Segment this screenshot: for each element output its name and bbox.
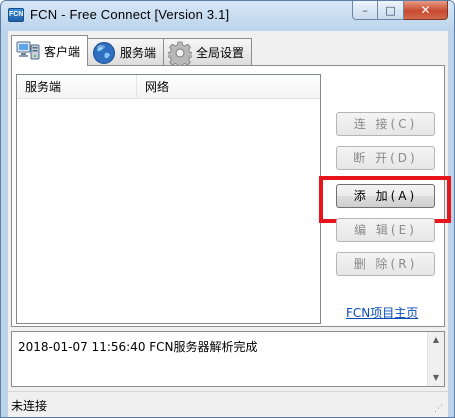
minimize-button[interactable]: – xyxy=(352,1,378,20)
project-homepage-link[interactable]: FCN项目主页 xyxy=(346,304,418,321)
client-area: 客户端 服务端 全局设置 服务端 网络 连 接(C) 断 开(D) 添 加(A)… xyxy=(8,31,451,417)
gear-icon xyxy=(168,41,193,65)
server-list[interactable]: 服务端 网络 xyxy=(16,74,321,324)
globe-icon xyxy=(93,41,116,64)
connection-status: 未连接 xyxy=(11,399,48,413)
status-bar: 未连接 ⋰ xyxy=(8,391,448,417)
tab-client[interactable]: 客户端 xyxy=(11,35,89,66)
log-line: 2018-01-07 11:56:40 FCN服务器解析完成 xyxy=(18,340,258,354)
app-icon: FCN xyxy=(8,8,24,22)
disconnect-button[interactable]: 断 开(D) xyxy=(336,146,435,170)
client-panel: 服务端 网络 连 接(C) 断 开(D) 添 加(A) 编 辑(E) 删 除(R… xyxy=(11,65,451,327)
log-box[interactable]: 2018-01-07 11:56:40 FCN服务器解析完成 ▲ ▼ xyxy=(11,331,445,387)
edit-button[interactable]: 编 辑(E) xyxy=(336,218,435,242)
tab-global-settings-label: 全局设置 xyxy=(196,46,245,60)
title-bar[interactable]: FCN FCN - Free Connect [Version 3.1] – □… xyxy=(1,1,454,31)
window-controls: – □ ✕ xyxy=(352,1,448,21)
tab-strip: 客户端 服务端 全局设置 xyxy=(11,35,253,66)
maximize-button[interactable]: □ xyxy=(378,1,404,20)
scroll-down-icon[interactable]: ▼ xyxy=(428,370,444,386)
list-header: 服务端 网络 xyxy=(17,75,320,99)
tab-client-label: 客户端 xyxy=(44,44,81,59)
column-header-server[interactable]: 服务端 xyxy=(17,75,137,99)
window-title: FCN - Free Connect [Version 3.1] xyxy=(30,7,230,22)
tab-server-label: 服务端 xyxy=(120,46,157,60)
minimize-icon: – xyxy=(362,3,368,17)
computer-icon xyxy=(16,41,40,60)
log-scrollbar[interactable]: ▲ ▼ xyxy=(427,332,444,386)
close-icon: ✕ xyxy=(420,3,431,17)
app-window: FCN FCN - Free Connect [Version 3.1] – □… xyxy=(0,0,455,418)
tab-server[interactable]: 服务端 xyxy=(87,38,165,66)
scroll-up-icon[interactable]: ▲ xyxy=(428,332,444,348)
delete-button[interactable]: 删 除(R) xyxy=(336,252,435,276)
maximize-icon: □ xyxy=(385,3,396,17)
connect-button[interactable]: 连 接(C) xyxy=(336,112,435,136)
tab-global-settings[interactable]: 全局设置 xyxy=(163,38,253,66)
column-header-network[interactable]: 网络 xyxy=(137,75,320,99)
close-button[interactable]: ✕ xyxy=(404,1,448,20)
resize-grip-icon[interactable]: ⋰ xyxy=(434,403,446,415)
highlight-annotation xyxy=(319,176,451,223)
